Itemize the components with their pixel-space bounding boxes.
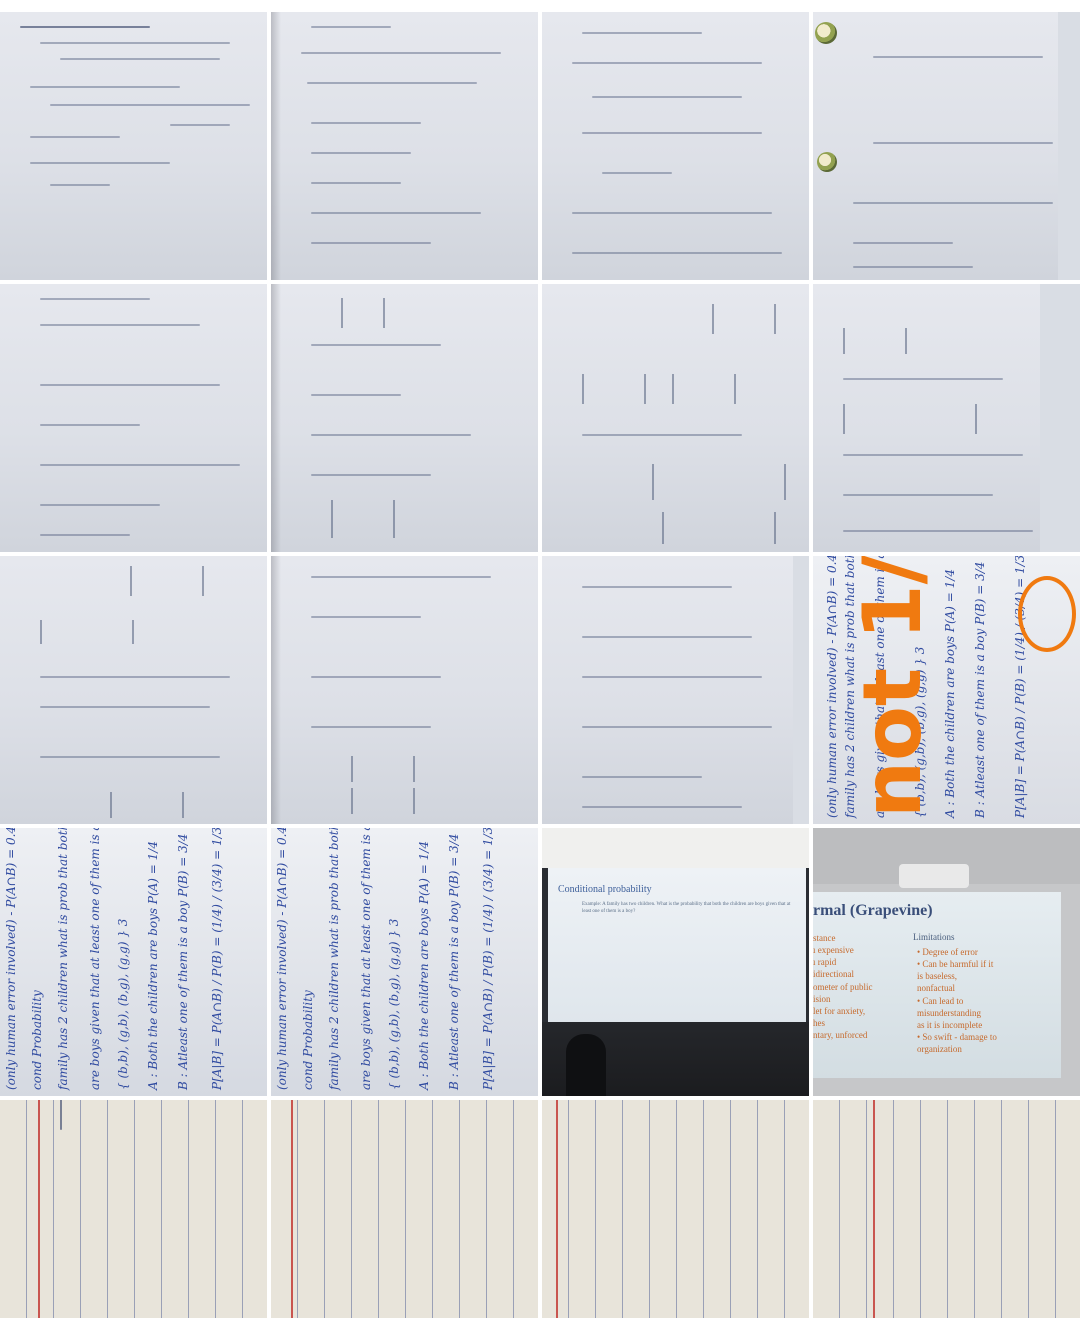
note-line: (only human error involved) - P(A∩B) = 0…: [825, 556, 839, 818]
slide-bullet: • Can lead to: [917, 995, 964, 1006]
slide-right-column: • Degree of error • Can be harmful if it i…: [917, 946, 1057, 1055]
slide-body: Example: A family has two children. What…: [582, 902, 791, 914]
slide-bullet: ometer of public: [813, 981, 873, 992]
note-line: (only human error involved) - P(A∩B) = 0…: [4, 828, 18, 1090]
gallery-thumbnail[interactable]: [542, 284, 809, 552]
note-line: P[A|B] = P(A∩B) / P(B) = (1/4) / (3/4) =…: [481, 828, 495, 1090]
gallery-thumbnail[interactable]: [271, 1100, 538, 1318]
slide-bullet: hes: [813, 1017, 825, 1028]
note-line: are boys given that at least one of them…: [359, 828, 373, 1090]
gallery-thumbnail[interactable]: [542, 1100, 809, 1318]
note-line: A : Both the children are boys P(A) = 1/…: [417, 841, 431, 1090]
note-line: A : Both the children are boys P(A) = 1/…: [943, 569, 957, 818]
slide-left-column: stance ı expensive ı rapid idirectional omet…: [813, 932, 909, 1041]
notebook-page: [271, 284, 538, 552]
notebook-page: [0, 556, 267, 824]
gallery-thumbnail[interactable]: [813, 284, 1080, 552]
notebook-page: [542, 556, 793, 824]
gallery-thumbnail[interactable]: [813, 12, 1080, 280]
gallery-thumbnail[interactable]: [0, 12, 267, 280]
slide-title: rmal (Grapevine): [813, 902, 933, 919]
annotation-text: not 1/2: [846, 556, 939, 818]
lined-page: [813, 1100, 1080, 1318]
slide-bullet: ntary, unforced: [813, 1030, 868, 1041]
notebook-page: [0, 12, 267, 280]
slide-bullet: as it is incomplete: [917, 1019, 983, 1030]
gallery-thumbnail[interactable]: (only human error involved) - P(A∩B) = 0…: [0, 828, 267, 1096]
slide-title: Conditional probability: [558, 884, 652, 895]
gallery-thumbnail-annotated[interactable]: (only human error involved) - P(A∩B) = 0…: [813, 556, 1080, 824]
gallery-thumbnail[interactable]: (only human error involved) - P(A∩B) = 0…: [271, 828, 538, 1096]
slide-bullet: misunderstanding: [917, 1007, 981, 1018]
note-line: B : Atleast one of them is a boy P(B) = …: [447, 833, 461, 1090]
slide-bullet: • So swift - damage to: [917, 1031, 997, 1042]
gallery-thumbnail[interactable]: [0, 1100, 267, 1318]
slide-bullet: nonfactual: [917, 983, 955, 994]
gallery-thumbnail[interactable]: [542, 12, 809, 280]
note-line: A : Both the children are boys P(A) = 1/…: [146, 841, 160, 1090]
photo-gallery-grid: (only human error involved) - P(A∩B) = 0…: [0, 12, 1080, 1318]
note-line: { (b,b), (g,b), (b,g), (g,g) } 3: [387, 918, 401, 1090]
answer-circle: [1018, 576, 1076, 652]
note-line: cond Probability: [30, 990, 44, 1090]
note-line: cond Probability: [301, 990, 315, 1090]
slide-bullet: ı rapid: [813, 957, 837, 968]
note-line: are boys given that at least one of them…: [88, 828, 102, 1090]
notebook-page: [542, 12, 809, 280]
note-line: { (b,b), (g,b), (b,g), (g,g) } 3: [116, 918, 130, 1090]
note-line: family has 2 children what is prob that …: [56, 828, 70, 1090]
slide-bullet: ision: [813, 993, 831, 1004]
note-line: B : Atleast one of them is a boy P(B) = …: [176, 833, 190, 1090]
lined-page: [271, 1100, 538, 1318]
note-line: (only human error involved) - P(A∩B) = 0…: [275, 828, 289, 1090]
slide-bullet: organization: [917, 1044, 962, 1055]
projector: [899, 864, 969, 888]
notebook-page: [813, 12, 1058, 280]
gallery-thumbnail[interactable]: [0, 556, 267, 824]
note-line: P[A|B] = P(A∩B) / P(B) = (1/4) / (3/4) =…: [210, 828, 224, 1090]
slide-bullet: is baseless,: [917, 971, 957, 982]
lecturer: [566, 1034, 606, 1096]
notebook-page: [271, 556, 538, 824]
slide-bullet: let for anxiety,: [813, 1005, 866, 1016]
slide-bullet: ı expensive: [813, 945, 854, 956]
slide-right-heading: Limitations: [913, 932, 955, 942]
gallery-thumbnail-lecture[interactable]: rmal (Grapevine) stance ı expensive ı rapi…: [813, 828, 1080, 1096]
note-line: family has 2 children what is prob that …: [327, 828, 341, 1090]
slide-bullet: stance: [813, 933, 836, 943]
gallery-thumbnail[interactable]: [271, 556, 538, 824]
gallery-thumbnail[interactable]: [271, 12, 538, 280]
gallery-thumbnail[interactable]: [542, 556, 809, 824]
gallery-thumbnail-lecture[interactable]: Conditional probability Example: A famil…: [542, 828, 809, 1096]
slide-bullet: idirectional: [813, 969, 854, 980]
gallery-thumbnail[interactable]: [271, 284, 538, 552]
note-line: B : Atleast one of them is a boy P(B) = …: [973, 561, 987, 818]
lined-page: [542, 1100, 809, 1318]
gallery-thumbnail[interactable]: [0, 284, 267, 552]
gallery-thumbnail[interactable]: [813, 1100, 1080, 1318]
lined-page: [0, 1100, 267, 1318]
slide-bullet: • Can be harmful if it: [917, 959, 994, 970]
slide-bullet: • Degree of error: [917, 947, 978, 957]
